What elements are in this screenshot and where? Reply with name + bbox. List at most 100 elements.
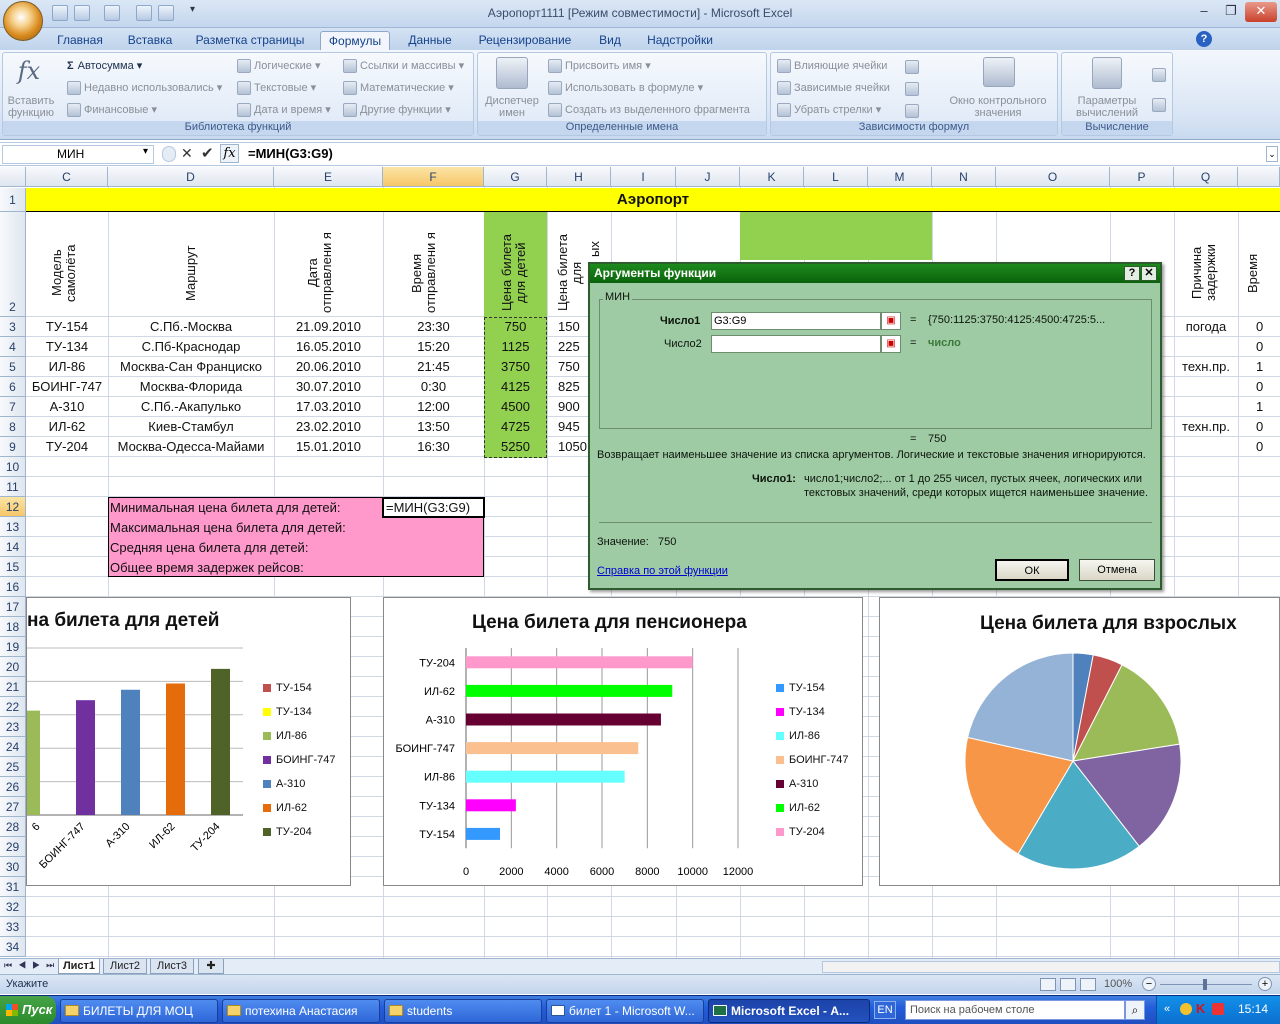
recent-functions-button[interactable]: Недавно использовались ▾ <box>67 81 222 96</box>
column-header-r[interactable] <box>1238 167 1280 187</box>
cell-model[interactable]: БОИНГ-747 <box>26 377 108 397</box>
calc-sheet-icon[interactable] <box>1152 97 1169 112</box>
bar[interactable] <box>466 770 625 783</box>
task-folder-2[interactable]: потехина Анастасия <box>222 999 380 1023</box>
zoom-level[interactable]: 100% <box>1104 978 1132 990</box>
cell-model[interactable]: ИЛ-86 <box>26 357 108 377</box>
collapse-dialog-icon[interactable]: ▣ <box>881 335 901 353</box>
cell-wait[interactable]: 0 <box>1238 337 1280 357</box>
zoom-thumb[interactable] <box>1203 979 1207 990</box>
insert-sheet-icon[interactable]: ✚ <box>198 959 224 974</box>
sheet-tab-1[interactable]: Лист1 <box>58 959 100 974</box>
help-link[interactable]: Справка по этой функции <box>597 565 728 577</box>
cell-model[interactable]: ТУ-154 <box>26 317 108 337</box>
row-header[interactable]: 12 <box>0 497 26 517</box>
antivirus-icon[interactable]: K <box>1196 1001 1205 1016</box>
help-icon[interactable]: ? <box>1196 31 1212 47</box>
task-excel[interactable]: Microsoft Excel - А... <box>708 999 870 1023</box>
sheet-title[interactable]: Аэропорт <box>26 188 1280 212</box>
cell-reason[interactable] <box>1174 337 1238 357</box>
column-header-c[interactable]: C <box>26 167 108 187</box>
row-header[interactable]: 18 <box>0 617 26 637</box>
header-time[interactable]: Время отправлени я <box>409 229 454 317</box>
header-wait[interactable]: Время <box>1245 229 1262 317</box>
cell-reason[interactable]: погода <box>1174 317 1238 337</box>
formula-input[interactable]: =МИН(G3:G9) <box>248 146 333 161</box>
bar[interactable] <box>76 700 95 815</box>
calculator-icon[interactable] <box>1092 57 1122 89</box>
collapse-dialog-icon[interactable]: ▣ <box>881 312 901 330</box>
active-cell-f12[interactable]: =МИН(G3:G9) <box>382 497 485 518</box>
text-functions-button[interactable]: Текстовые ▾ <box>237 81 316 96</box>
cell-date[interactable]: 15.01.2010 <box>274 437 383 457</box>
cell-route[interactable]: Москва-Сан Франциско <box>108 357 274 377</box>
calc-now-icon[interactable] <box>1152 67 1169 82</box>
cell-route[interactable]: С.Пб-Краснодар <box>108 337 274 357</box>
column-header-n[interactable]: N <box>932 167 996 187</box>
name-box-dropdown-icon[interactable]: ▾ <box>143 146 148 157</box>
sheet-tab-3[interactable]: Лист3 <box>150 959 194 974</box>
row-header[interactable]: 15 <box>0 557 26 577</box>
select-all-corner[interactable] <box>0 167 26 187</box>
column-header-i[interactable]: I <box>611 167 676 187</box>
cell-wait[interactable]: 0 <box>1238 317 1280 337</box>
cell-child-price[interactable]: 3750 <box>484 357 547 377</box>
expand-formula-icon[interactable]: ⌄ <box>1266 146 1278 162</box>
cell-wait[interactable]: 1 <box>1238 397 1280 417</box>
header-child-price[interactable]: Цена билета для детей <box>499 229 532 317</box>
row-header[interactable]: 5 <box>0 357 26 377</box>
show-formulas-icon[interactable] <box>905 59 921 75</box>
row-header[interactable]: 22 <box>0 697 26 717</box>
cancel-button[interactable]: Отмена <box>1079 559 1155 581</box>
cell-date[interactable]: 21.09.2010 <box>274 317 383 337</box>
column-header-p[interactable]: P <box>1110 167 1174 187</box>
sheet-nav-icons[interactable]: ⏮◀▶⏭ <box>4 960 60 971</box>
assign-name-button[interactable]: Присвоить имя ▾ <box>548 59 651 74</box>
summary-min-label[interactable]: Минимальная цена билета для детей: <box>110 498 382 518</box>
row-header[interactable]: 29 <box>0 837 26 857</box>
bar[interactable] <box>466 684 673 697</box>
name-manager-icon[interactable] <box>496 57 528 89</box>
row-header[interactable]: 3 <box>0 317 26 337</box>
trace-dependents-button[interactable]: Зависимые ячейки <box>777 81 890 95</box>
insert-function-icon[interactable]: fx <box>220 144 239 163</box>
search-icon[interactable]: ⌕ <box>1125 1000 1145 1020</box>
bar[interactable] <box>211 668 230 815</box>
cell-time[interactable]: 16:30 <box>383 437 484 457</box>
cell-time[interactable]: 23:30 <box>383 317 484 337</box>
sheet-tab-2[interactable]: Лист2 <box>103 959 147 974</box>
more-functions-button[interactable]: Другие функции ▾ <box>343 103 451 118</box>
task-folder-3[interactable]: students <box>384 999 542 1023</box>
tray-expand-icon[interactable]: « <box>1164 1003 1170 1015</box>
header-reason[interactable]: Причина задержки <box>1189 229 1222 317</box>
cell-time[interactable]: 15:20 <box>383 337 484 357</box>
row-header[interactable]: 19 <box>0 637 26 657</box>
column-header-m[interactable]: M <box>868 167 932 187</box>
datetime-functions-button[interactable]: Дата и время ▾ <box>237 103 331 118</box>
cell-reason[interactable]: техн.пр. <box>1174 417 1238 437</box>
create-from-selection-button[interactable]: Создать из выделенного фрагмента <box>548 103 750 117</box>
tray-app-icon[interactable] <box>1212 1003 1224 1015</box>
row-header[interactable]: 13 <box>0 517 26 537</box>
summary-max-label[interactable]: Максимальная цена билета для детей: <box>110 518 382 538</box>
tab-page-layout[interactable]: Разметка страницы <box>190 31 310 50</box>
column-header-g[interactable]: G <box>484 167 547 187</box>
cell-time[interactable]: 21:45 <box>383 357 484 377</box>
cell-time[interactable]: 0:30 <box>383 377 484 397</box>
cell-wait[interactable]: 0 <box>1238 377 1280 397</box>
cell-route[interactable]: С.Пб.-Акапулько <box>108 397 274 417</box>
cell-date[interactable]: 20.06.2010 <box>274 357 383 377</box>
row-header[interactable]: 2 <box>0 212 26 317</box>
page-layout-view-icon[interactable] <box>1060 978 1076 991</box>
row-header[interactable]: 28 <box>0 817 26 837</box>
minimize-button[interactable]: – <box>1191 2 1217 22</box>
chart-child-price[interactable]: на билета для детей 6 БОИНГ-747 А-310 ИЛ-62… <box>26 597 351 886</box>
bar[interactable] <box>466 713 661 726</box>
calc-options-button[interactable]: Параметры вычислений <box>1064 95 1150 119</box>
column-header-j[interactable]: J <box>676 167 740 187</box>
row-header[interactable]: 26 <box>0 777 26 797</box>
cell-child-price[interactable]: 5250 <box>484 437 547 457</box>
row-header[interactable]: 33 <box>0 917 26 937</box>
maximize-button[interactable]: ❐ <box>1218 2 1244 22</box>
office-button[interactable] <box>3 1 43 41</box>
